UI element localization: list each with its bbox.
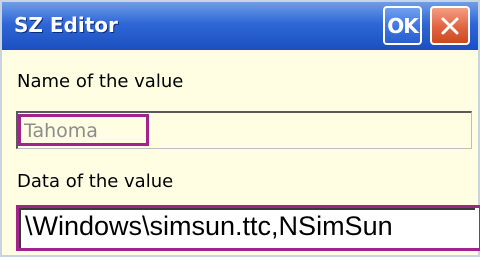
ok-button[interactable]: OK [383,6,422,45]
data-label: Data of the value [17,171,174,192]
close-button[interactable] [430,6,470,45]
title-bar: SZ Editor OK [2,2,478,50]
close-icon [441,17,459,34]
name-field-value: Tahoma [24,120,98,142]
name-label: Name of the value [17,71,184,92]
data-field-value: \Windows\simsun.ttc,NSimSun [25,211,393,241]
sz-editor-window: SZ Editor OK Name of the value Tahoma Da… [0,0,480,257]
ok-button-label: OK [387,13,418,38]
window-title: SZ Editor [14,13,118,37]
